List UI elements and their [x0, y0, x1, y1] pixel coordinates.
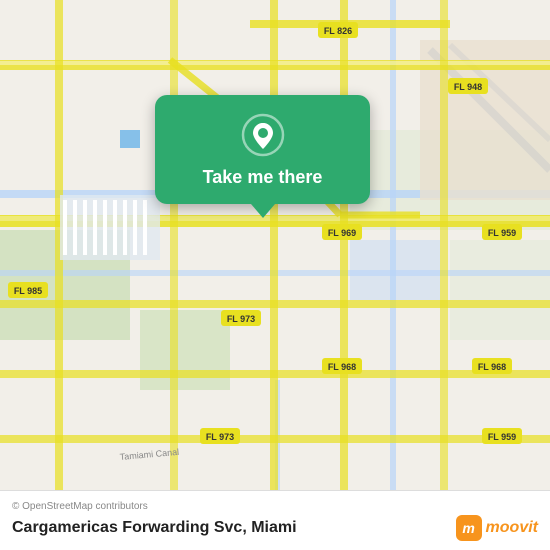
attribution-text: © OpenStreetMap contributors: [12, 501, 538, 512]
moovit-logo: m moovit: [456, 515, 538, 541]
map-background: FL 826 FL 948 FL 969 FL 959 FL 985 FL 97…: [0, 0, 550, 490]
popup-card[interactable]: Take me there: [155, 95, 370, 204]
svg-text:FL 968: FL 968: [478, 362, 506, 372]
svg-text:FL 968: FL 968: [328, 362, 356, 372]
location-pin-icon: [241, 113, 285, 157]
svg-text:FL 969: FL 969: [328, 228, 356, 238]
svg-text:FL 948: FL 948: [454, 82, 482, 92]
svg-text:FL 985: FL 985: [14, 286, 42, 296]
popup-label: Take me there: [203, 167, 323, 188]
svg-text:FL 973: FL 973: [227, 314, 255, 324]
location-label: Cargamericas Forwarding Svc, Miami: [12, 519, 297, 537]
map-container: FL 826 FL 948 FL 969 FL 959 FL 985 FL 97…: [0, 0, 550, 490]
svg-text:FL 959: FL 959: [488, 432, 516, 442]
svg-text:FL 959: FL 959: [488, 228, 516, 238]
moovit-text: moovit: [486, 519, 538, 537]
bottom-bar: © OpenStreetMap contributors Cargamerica…: [0, 490, 550, 550]
svg-text:FL 826: FL 826: [324, 26, 352, 36]
svg-text:FL 973: FL 973: [206, 432, 234, 442]
moovit-m-icon: m: [456, 515, 482, 541]
location-name: Cargamericas Forwarding Svc, Miami m moo…: [12, 515, 538, 541]
